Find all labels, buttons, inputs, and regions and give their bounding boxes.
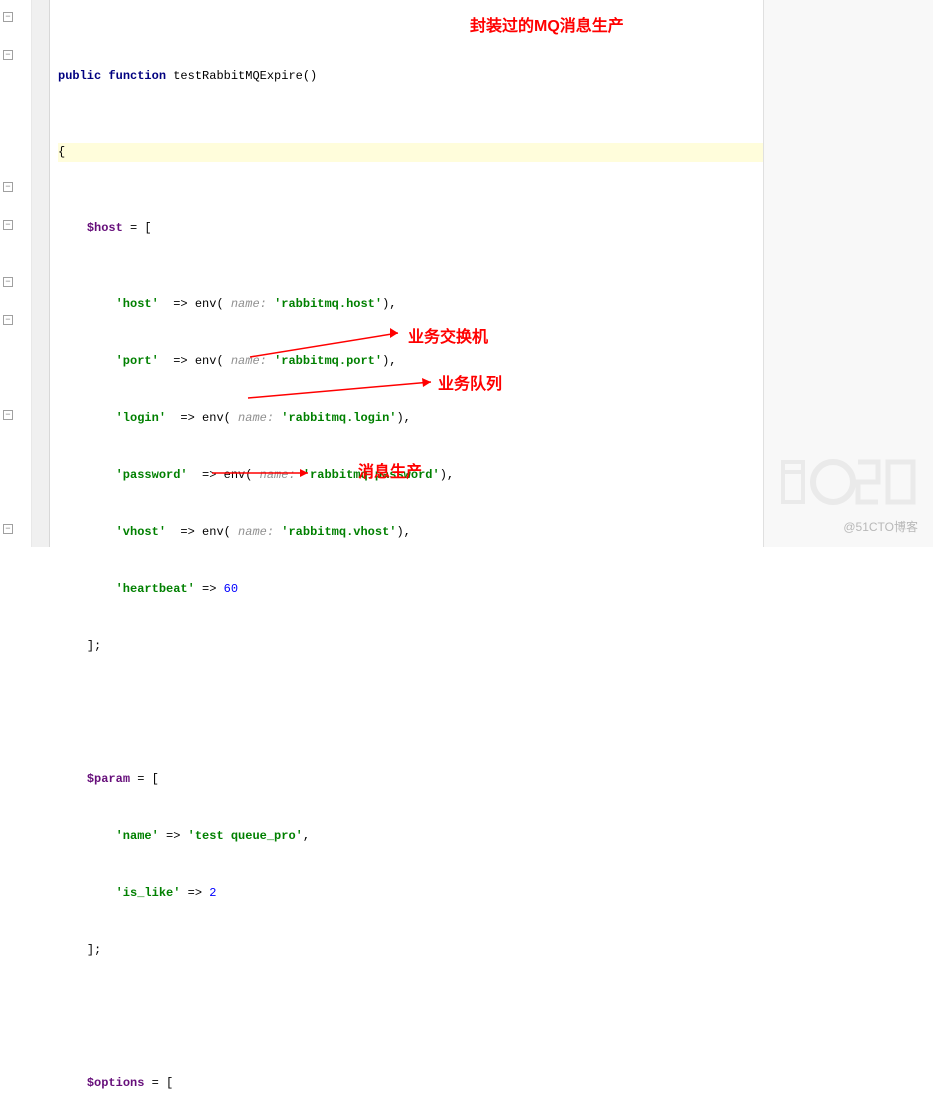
annotation-exchange: 业务交换机 <box>408 323 488 347</box>
code-line: ]; <box>58 941 763 960</box>
code-line <box>58 998 763 1017</box>
fold-gutter <box>32 0 50 547</box>
code-line: { <box>58 143 763 162</box>
fold-marker-icon[interactable]: − <box>3 12 13 22</box>
fold-marker-icon[interactable]: − <box>3 220 13 230</box>
code-line: 'login' => env( name: 'rabbitmq.login'), <box>58 409 763 428</box>
fold-marker-icon[interactable]: − <box>3 524 13 534</box>
fold-marker-icon[interactable]: − <box>3 315 13 325</box>
watermark-text: @51CTO博客 <box>843 518 918 535</box>
fold-marker-icon[interactable]: − <box>3 410 13 420</box>
annotation-top: 封装过的MQ消息生产 <box>470 12 624 36</box>
fold-marker-icon[interactable]: − <box>3 182 13 192</box>
code-line: 'vhost' => env( name: 'rabbitmq.vhost'), <box>58 523 763 542</box>
code-line: $options = [ <box>58 1074 763 1093</box>
fold-marker-icon[interactable]: − <box>3 277 13 287</box>
code-line: ]; <box>58 637 763 656</box>
code-line: 'host' => env( name: 'rabbitmq.host'), <box>58 295 763 314</box>
code-line: 'heartbeat' => 60 <box>58 580 763 599</box>
code-line: 'is_like' => 2 <box>58 884 763 903</box>
code-line: 'name' => 'test queue_pro', <box>58 827 763 846</box>
editor-container: − − − − − − − − public function testRabb… <box>0 0 933 547</box>
code-line: public function testRabbitMQExpire() <box>58 67 763 86</box>
code-line <box>58 694 763 713</box>
code-line: 'port' => env( name: 'rabbitmq.port'), <box>58 352 763 371</box>
code-line: $host = [ <box>58 219 763 238</box>
fold-marker-icon[interactable]: − <box>3 50 13 60</box>
code-line: $param = [ <box>58 770 763 789</box>
annotation-queue: 业务队列 <box>438 370 502 394</box>
right-panel <box>763 0 933 547</box>
line-gutter: − − − − − − − − <box>0 0 32 547</box>
annotation-publish: 消息生产 <box>358 458 422 482</box>
